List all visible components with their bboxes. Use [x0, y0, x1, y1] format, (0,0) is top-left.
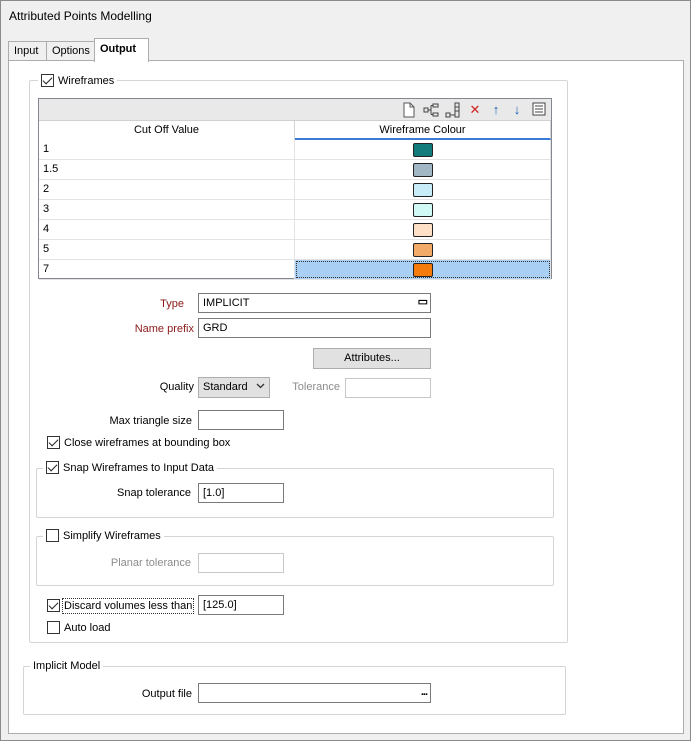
cutoff-value-cell[interactable]: 7 — [39, 260, 295, 279]
delete-icon[interactable]: ✕ — [467, 102, 483, 118]
cutoff-value-cell[interactable]: 1.5 — [39, 160, 295, 179]
colour-swatch[interactable] — [412, 222, 433, 237]
wireframe-colour-cell[interactable] — [295, 260, 551, 279]
snap-group: Snap Wireframes to Input Data Snap toler… — [36, 461, 554, 518]
column-header-cutoff[interactable]: Cut Off Value — [39, 121, 295, 140]
table-row[interactable]: 4 — [39, 220, 551, 240]
quality-value: Standard — [203, 381, 248, 393]
simplify-checkbox[interactable] — [46, 529, 59, 542]
attributes-button[interactable]: Attributes... — [313, 348, 431, 369]
cutoff-value-cell[interactable]: 2 — [39, 180, 295, 199]
colour-swatch[interactable] — [412, 242, 433, 257]
table-row[interactable]: 5 — [39, 240, 551, 260]
colour-swatch[interactable] — [412, 202, 433, 217]
name-prefix-label: Name prefix — [134, 323, 194, 335]
output-panel: Wireframes ✕ ↑ ↓ Cut Off Value Wireframe… — [8, 60, 684, 734]
cutoff-value-cell[interactable]: 4 — [39, 220, 295, 239]
cutoff-value-cell[interactable]: 5 — [39, 240, 295, 259]
add-row-icon[interactable] — [445, 102, 461, 118]
column-header-colour[interactable]: Wireframe Colour — [295, 121, 551, 140]
tab-input[interactable]: Input — [8, 41, 47, 61]
wireframe-colour-cell[interactable] — [295, 200, 551, 219]
planar-tolerance-input[interactable] — [198, 553, 284, 573]
table-row[interactable]: 3 — [39, 200, 551, 220]
wireframes-label: Wireframes — [58, 74, 115, 87]
max-triangle-label: Max triangle size — [109, 415, 192, 427]
discard-label: Discard volumes less than — [61, 597, 195, 614]
tolerance-label: Tolerance — [292, 381, 340, 393]
table-row[interactable]: 2 — [39, 180, 551, 200]
tab-options[interactable]: Options — [46, 41, 95, 61]
cutoff-value-cell[interactable]: 3 — [39, 200, 295, 219]
wireframe-colour-cell[interactable] — [295, 180, 551, 199]
tolerance-input[interactable] — [345, 378, 431, 398]
type-field[interactable]: IMPLICIT ▭ — [198, 293, 431, 313]
discard-row: Discard volumes less than — [47, 597, 195, 614]
close-wireframes-row: Close wireframes at bounding box — [47, 436, 230, 449]
table-row[interactable]: 1.5 — [39, 160, 551, 180]
wireframe-colour-cell[interactable] — [295, 220, 551, 239]
wireframe-colour-cell[interactable] — [295, 240, 551, 259]
grid-body: 1 1.5 2 3 4 5 7 — [39, 140, 551, 280]
auto-load-label: Auto load — [64, 621, 111, 634]
auto-load-row: Auto load — [47, 621, 110, 634]
insert-row-icon[interactable] — [423, 102, 439, 118]
chevron-down-icon — [256, 381, 265, 393]
wireframe-colour-cell[interactable] — [295, 160, 551, 179]
simplify-group: Simplify Wireframes Planar tolerance — [36, 529, 554, 586]
snap-tolerance-label: Snap tolerance — [117, 487, 191, 499]
implicit-model-legend: Implicit Model — [30, 660, 104, 672]
window-title: Attributed Points Modelling — [9, 9, 152, 23]
output-file-label: Output file — [141, 688, 192, 700]
browse-icon[interactable]: ▭ — [418, 295, 428, 308]
close-wireframes-checkbox[interactable] — [47, 436, 60, 449]
move-up-icon[interactable]: ↑ — [488, 102, 504, 118]
auto-load-checkbox[interactable] — [47, 621, 60, 634]
cutoff-grid: ✕ ↑ ↓ Cut Off Value Wireframe Colour 1 1.… — [38, 98, 552, 280]
table-row[interactable]: 7 — [39, 260, 551, 280]
browse-dots-icon[interactable]: ... — [421, 686, 428, 698]
wireframes-checkbox[interactable] — [41, 74, 54, 87]
simplify-legend: Simplify Wireframes — [43, 529, 164, 542]
tab-output[interactable]: Output — [94, 38, 149, 62]
grid-toolbar: ✕ ↑ ↓ — [39, 99, 551, 121]
output-file-input[interactable]: ... — [198, 683, 431, 703]
wireframe-colour-cell[interactable] — [295, 140, 551, 159]
type-value: IMPLICIT — [203, 297, 250, 309]
implicit-model-group: Implicit Model Output file ... — [23, 660, 566, 715]
wireframes-group: Wireframes ✕ ↑ ↓ Cut Off Value Wireframe… — [29, 74, 568, 643]
wireframes-legend: Wireframes — [38, 74, 118, 87]
list-icon[interactable] — [531, 102, 547, 118]
close-wireframes-label: Close wireframes at bounding box — [64, 436, 231, 449]
quality-label: Quality — [159, 381, 194, 393]
colour-swatch[interactable] — [412, 182, 433, 197]
snap-label: Snap Wireframes to Input Data — [63, 461, 215, 474]
snap-checkbox[interactable] — [46, 461, 59, 474]
move-down-icon[interactable]: ↓ — [509, 102, 525, 118]
colour-swatch[interactable] — [412, 262, 433, 277]
colour-swatch[interactable] — [412, 162, 433, 177]
new-document-icon[interactable] — [401, 102, 417, 118]
quality-select[interactable]: Standard — [198, 377, 270, 398]
planar-tolerance-label: Planar tolerance — [110, 557, 191, 569]
grid-header: Cut Off Value Wireframe Colour — [39, 121, 551, 140]
max-triangle-input[interactable] — [198, 410, 284, 430]
type-label: Type — [160, 298, 184, 310]
discard-input[interactable]: [125.0] — [198, 595, 284, 615]
name-prefix-input[interactable]: GRD — [198, 318, 431, 338]
snap-tolerance-input[interactable]: [1.0] — [198, 483, 284, 503]
simplify-label: Simplify Wireframes — [63, 529, 161, 542]
colour-swatch[interactable] — [412, 142, 433, 157]
table-row[interactable]: 1 — [39, 140, 551, 160]
discard-checkbox[interactable] — [47, 599, 60, 612]
snap-legend: Snap Wireframes to Input Data — [43, 461, 218, 474]
cutoff-value-cell[interactable]: 1 — [39, 140, 295, 159]
